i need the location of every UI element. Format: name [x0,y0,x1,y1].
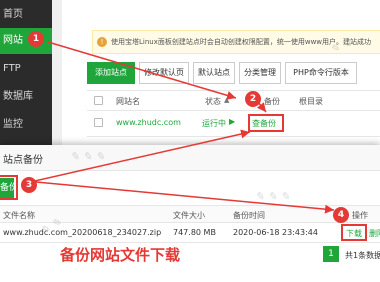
step-badge-4: 4 [333,207,349,223]
arrow-step-3 [25,129,251,184]
annotation-arrows [25,41,335,214]
step-badge-3: 3 [21,177,37,193]
arrow-step-1 [47,41,237,100]
watermark: ✎ ✎ ✎ [255,190,290,203]
step-badge-2: 2 [245,91,261,107]
watermark: ✎ ✎ ✎ [70,150,105,163]
step-badge-1: 1 [28,31,44,47]
